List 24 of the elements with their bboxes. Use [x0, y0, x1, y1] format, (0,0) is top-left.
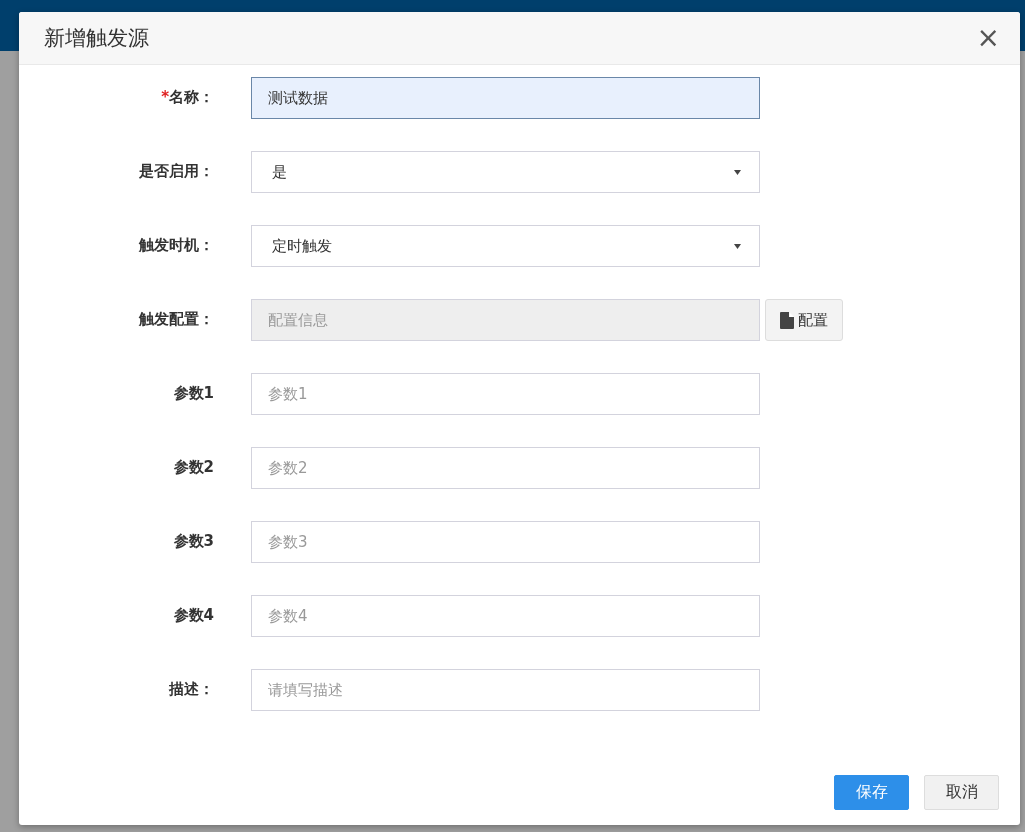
field-label: 参数2	[173, 458, 214, 476]
cancel-button[interactable]: 取消	[924, 775, 999, 810]
required-mark: *	[161, 88, 169, 106]
dialog-title: 新增触发源	[44, 25, 149, 52]
field-label: 名称：	[169, 88, 214, 106]
input-field[interactable]: 请填写描述	[251, 669, 760, 711]
field-label: 触发配置：	[139, 310, 214, 328]
field-label: 参数4	[173, 606, 214, 624]
field-label: 参数1	[173, 384, 214, 402]
field-label: 触发时机：	[139, 236, 214, 254]
input-field[interactable]: 参数3	[251, 521, 760, 563]
close-button[interactable]: ×	[976, 24, 1000, 52]
dropdown-field[interactable]: 是	[251, 151, 760, 193]
input-field[interactable]: 参数1	[251, 373, 760, 415]
dropdown-field[interactable]: 定时触发	[251, 225, 760, 267]
caret-icon	[734, 243, 741, 249]
field-label: 描述：	[169, 680, 214, 698]
input-field[interactable]: 参数2	[251, 447, 760, 489]
caret-icon	[734, 169, 741, 175]
document-icon	[780, 311, 794, 329]
input-field[interactable]: 参数4	[251, 595, 760, 637]
input-field[interactable]: 测试数据	[251, 77, 760, 119]
field-label: 是否启用：	[139, 162, 214, 180]
field-label: 参数3	[173, 532, 214, 550]
